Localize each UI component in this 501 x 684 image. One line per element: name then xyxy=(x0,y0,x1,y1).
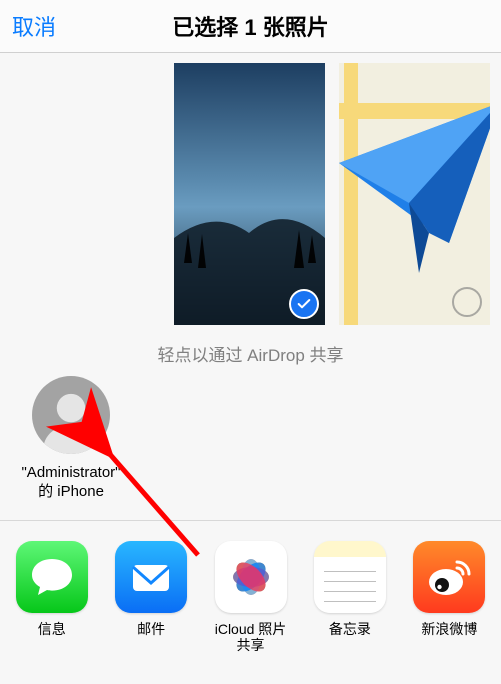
app-icloud-photos[interactable]: iCloud 照片共享 xyxy=(213,541,288,655)
app-label: 备忘录 xyxy=(312,621,387,638)
app-label: 信息 xyxy=(14,621,89,638)
page-title: 已选择 1 张照片 xyxy=(0,10,501,42)
mail-icon xyxy=(115,541,187,613)
weibo-icon xyxy=(413,541,485,613)
messages-icon xyxy=(16,541,88,613)
unselected-ring-icon xyxy=(452,287,482,317)
avatar-icon xyxy=(32,376,110,454)
notes-icon xyxy=(314,541,386,613)
cancel-button[interactable]: 取消 xyxy=(12,10,56,42)
airdrop-caption: 轻点以通过 AirDrop 共享 xyxy=(0,335,501,376)
paper-plane-icon xyxy=(339,103,490,303)
app-label: iCloud 照片共享 xyxy=(213,621,288,655)
app-label: 新浪微博 xyxy=(412,621,487,638)
photos-icon xyxy=(215,541,287,613)
app-messages[interactable]: 信息 xyxy=(14,541,89,655)
app-share-row: 信息 邮件 iCloud 照片共享 xyxy=(0,521,501,655)
airdrop-contact[interactable]: "Administrator"的 iPhone xyxy=(16,376,126,502)
share-sheet-header: 取消 已选择 1 张照片 xyxy=(0,0,501,53)
app-label: 邮件 xyxy=(113,621,188,638)
photo-thumbnail-map[interactable] xyxy=(339,63,490,325)
photo-thumbnail-selected[interactable] xyxy=(174,63,325,325)
lake-scene-icon xyxy=(174,63,325,325)
airdrop-contact-label: "Administrator"的 iPhone xyxy=(16,464,126,502)
app-weibo[interactable]: 新浪微博 xyxy=(412,541,487,655)
selected-check-icon xyxy=(289,289,319,319)
app-notes[interactable]: 备忘录 xyxy=(312,541,387,655)
photo-strip xyxy=(0,53,501,335)
app-mail[interactable]: 邮件 xyxy=(113,541,188,655)
airdrop-contacts-row: "Administrator"的 iPhone xyxy=(0,376,501,521)
